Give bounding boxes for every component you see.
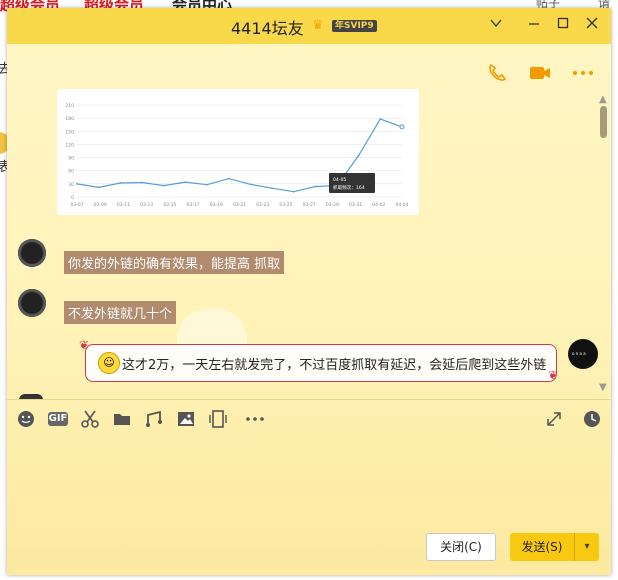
crown-icon: ♛ [312,18,324,33]
scroll-thumb[interactable] [600,106,607,138]
folder-icon[interactable] [112,409,132,429]
x-tick-label: 03-09 [94,202,107,208]
window-title: 4414坛友 [231,19,304,38]
more-icon[interactable] [571,62,595,89]
minimize-icon[interactable] [525,16,543,34]
maximize-icon[interactable] [554,16,572,34]
contact-avatar[interactable] [18,289,46,317]
chart-image-message[interactable]: 0 30 60 90 120 150 180 210 03-07 03-09 03-11 03-13 0… [57,89,419,215]
y-tick-label: 120 [65,142,74,148]
title-bar[interactable]: 4414坛友 ♛ 年SVIP9 [7,8,611,44]
voice-call-icon[interactable] [486,62,508,89]
image-icon[interactable] [176,409,196,429]
y-tick-label: 0 [71,195,74,201]
screen-record-icon[interactable] [208,409,228,429]
data-point [162,184,165,187]
x-tick-label: 03-31 [349,202,362,208]
chat-window: 4414坛友 ♛ 年SVIP9 0 30 60 90 120 150 180 210 03-07… [7,8,611,575]
data-point [206,183,208,186]
x-tick-label: 03-19 [210,202,223,208]
y-tick-label: 90 [68,156,74,162]
x-tick-label: 03-29 [326,202,339,208]
message-input[interactable] [7,438,611,528]
close-icon[interactable] [583,16,601,34]
x-tick-label: 03-13 [140,202,153,208]
message-text: 这才2万，一天左右就发完了，不过百度抓取有延迟，会延后爬到这些外链 [122,358,547,373]
expand-icon[interactable] [544,409,564,429]
scissors-icon[interactable] [80,409,100,429]
bubble-decoration: ❦ [548,368,559,382]
gif-icon[interactable]: GIF [48,412,68,426]
message-bubble: 不发外链就几十个 [64,301,177,324]
data-point [249,183,252,186]
y-tick-label: 30 [68,182,74,188]
history-clock-icon[interactable] [582,409,602,429]
data-point [97,186,100,189]
x-tick-label: 03-17 [187,202,200,208]
more-tools-icon[interactable] [244,409,266,429]
data-point [379,118,382,120]
divider [7,399,611,400]
data-point [184,181,187,184]
music-icon[interactable] [144,409,164,429]
vip-badge: 年SVIP9 [332,20,377,32]
tooltip-date: 04-05 [333,177,346,183]
data-point [76,182,78,185]
x-tick-label: 03-11 [117,202,130,208]
x-tick-label: 03-25 [279,202,292,208]
x-tick-label: 03-07 [70,202,83,208]
video-call-icon[interactable] [528,62,552,89]
emoji-icon[interactable] [16,409,36,429]
contact-avatar[interactable] [18,239,46,267]
tooltip-value: 抓取频次：164 [333,184,365,191]
chevron-down-icon[interactable] [487,16,505,34]
highlight-point [399,124,405,130]
data-point [119,182,122,184]
y-tick-label: 60 [68,169,74,175]
x-tick-label: 03-21 [233,202,246,208]
close-button[interactable]: 关闭(C) [426,533,496,561]
x-tick-label: 03-15 [163,202,176,208]
data-point [227,177,230,180]
x-tick-label: 04-02 [372,202,385,208]
scroll-up-icon[interactable]: ▲ [599,94,607,105]
send-button[interactable]: 发送(S) [510,533,574,561]
data-point [141,181,143,184]
message-bubble-self: ☺ 这才2万，一天左右就发完了，不过百度抓取有延迟，会延后爬到这些外链 [85,344,557,382]
data-point [271,187,273,190]
y-tick-label: 180 [65,116,74,122]
chat-scrollbar[interactable]: ▲ ▼ [599,94,609,394]
data-point [314,185,317,188]
scroll-down-icon[interactable]: ▼ [599,382,607,393]
smiley-emoji-icon: ☺ [98,352,120,374]
line-chart: 0 30 60 90 120 150 180 210 03-07 03-09 03-11 03-13 0… [65,103,408,208]
x-tick-label: 03-27 [303,202,316,208]
x-tick-label: 04-04 [395,202,408,208]
data-point [357,154,360,157]
self-avatar[interactable]: o n a a [568,339,598,369]
y-tick-label: 210 [65,103,74,109]
y-tick-label: 150 [65,129,74,135]
data-point [292,190,295,193]
message-bubble: 你发的外链的确有效果，能提高 抓取 [64,251,285,274]
send-options-dropdown[interactable]: ▾ [574,533,599,561]
x-tick-label: 03-23 [256,202,269,208]
